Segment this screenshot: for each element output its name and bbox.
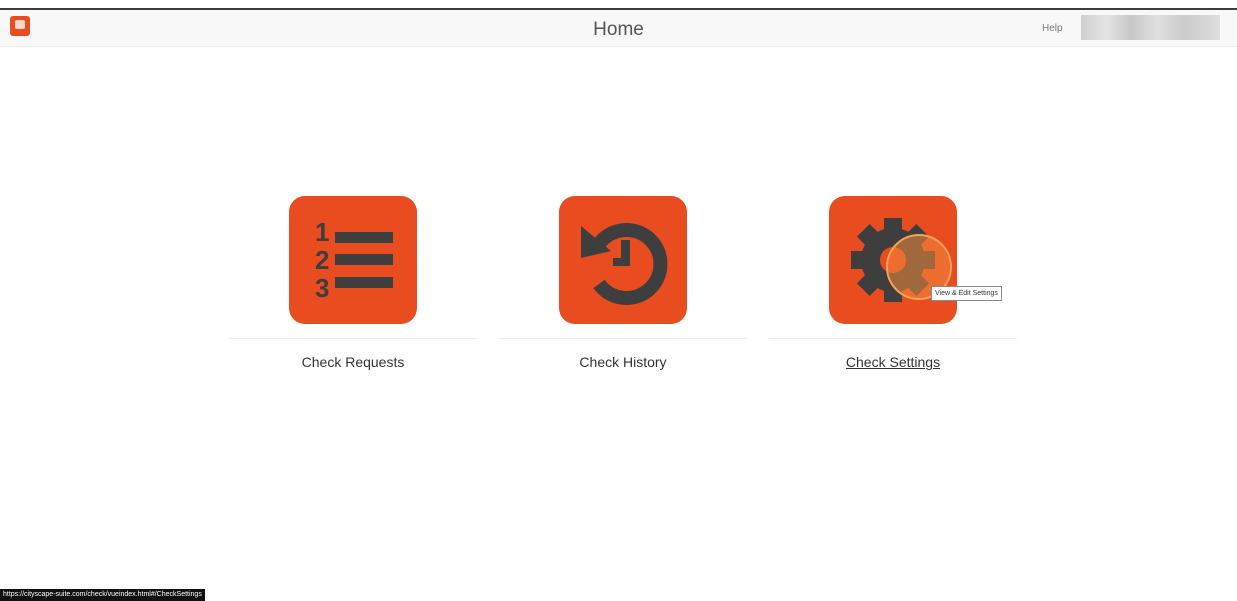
tile-label-check-history[interactable]: Check History <box>499 354 747 370</box>
gear-icon[interactable] <box>829 196 957 324</box>
tile-divider <box>499 338 747 339</box>
tile-check-requests[interactable]: 1 2 3 Check Requests <box>229 196 477 386</box>
tile-divider <box>229 338 477 339</box>
settings-tooltip: View & Edit Settings <box>931 286 1002 301</box>
tile-check-history[interactable]: Check History <box>499 196 747 386</box>
tile-divider <box>769 338 1017 339</box>
window-top-border <box>0 0 1237 10</box>
tile-label-check-settings[interactable]: Check Settings <box>769 354 1017 370</box>
home-tiles: 1 2 3 Check Requests Check History Check… <box>229 196 1019 386</box>
svg-text:1: 1 <box>315 217 329 247</box>
user-menu[interactable] <box>1081 15 1220 40</box>
svg-text:2: 2 <box>315 245 329 275</box>
numbered-list-icon[interactable]: 1 2 3 <box>289 196 417 324</box>
logo-glyph <box>15 20 25 29</box>
tile-label-check-requests[interactable]: Check Requests <box>229 354 477 370</box>
help-link[interactable]: Help <box>1042 23 1063 34</box>
svg-text:3: 3 <box>315 273 329 303</box>
app-logo-icon[interactable] <box>10 16 30 36</box>
app-header: Home Help <box>0 10 1237 47</box>
status-bar-url: https://cityscape-suite.com/check/vueind… <box>0 589 205 601</box>
history-icon[interactable] <box>559 196 687 324</box>
